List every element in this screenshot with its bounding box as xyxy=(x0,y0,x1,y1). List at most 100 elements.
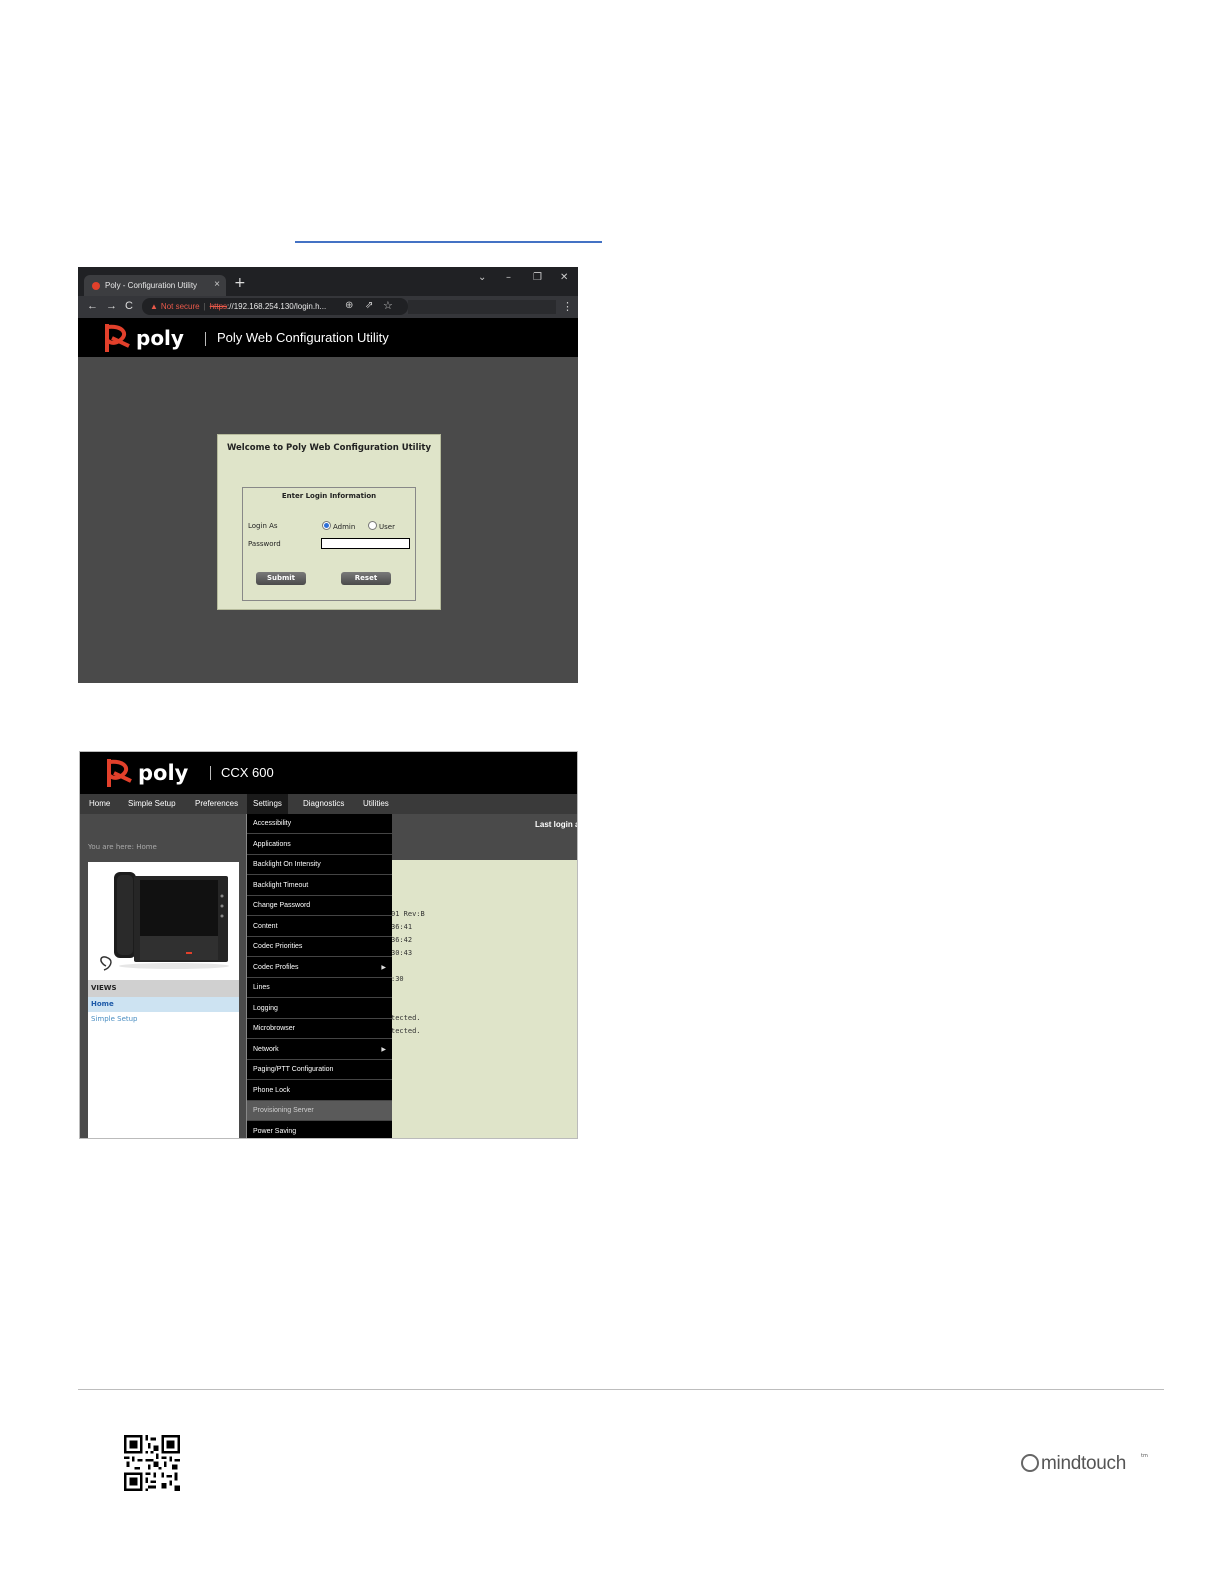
dropdown-item-content[interactable]: Content xyxy=(247,917,392,937)
submenu-arrow-icon: ▶ xyxy=(381,1047,386,1053)
url-scheme: https xyxy=(209,302,228,311)
view-home[interactable]: Home xyxy=(88,997,239,1012)
trademark-mark: tm xyxy=(1141,1453,1148,1459)
user-radio[interactable] xyxy=(368,521,377,530)
poly-logo-text: poly xyxy=(136,326,184,350)
reset-button[interactable]: Reset xyxy=(341,572,391,585)
poly-logo-text: poly xyxy=(138,761,189,785)
dropdown-item-label: Network xyxy=(253,1046,279,1053)
dropdown-item-label: Microbrowser xyxy=(253,1025,296,1032)
password-input[interactable] xyxy=(321,538,410,549)
dropdown-item-label: Backlight Timeout xyxy=(253,882,309,889)
maximize-icon[interactable]: ❐ xyxy=(533,272,542,283)
dropdown-item-paging-ptt[interactable]: Paging/PTT Configuration xyxy=(247,1060,392,1080)
app-header: poly Poly Web Configuration Utility xyxy=(78,318,578,357)
content-fragment: :30 xyxy=(391,975,404,983)
address-bar-row: ← → C ▲ Not secure | https://192.168.254.13… xyxy=(78,296,578,318)
poly-favicon-icon xyxy=(92,282,100,290)
browser-tab[interactable]: Poly - Configuration Utility × xyxy=(84,275,226,296)
menu-settings[interactable]: Settings xyxy=(247,794,288,814)
views-heading: VIEWS xyxy=(88,980,239,997)
dropdown-item-label: Codec Priorities xyxy=(253,943,303,950)
dropdown-item-codec-profiles[interactable]: Codec Profiles ▶ xyxy=(247,958,392,978)
admin-radio-label: Admin xyxy=(333,523,356,531)
back-icon[interactable]: ← xyxy=(87,300,98,312)
link-underline[interactable] xyxy=(295,241,602,243)
login-screenshot: Poly - Configuration Utility × + ⌄ – ❐ ✕… xyxy=(78,267,578,683)
poly-logo-ccx: poly xyxy=(102,755,192,791)
dropdown-item-backlight-on-intensity[interactable]: Backlight On Intensity xyxy=(247,855,392,875)
dropdown-item-label: Accessibility xyxy=(253,820,292,827)
submit-button[interactable]: Submit xyxy=(256,572,306,585)
bookmark-star-icon[interactable]: ☆ xyxy=(383,299,393,312)
dropdown-item-lines[interactable]: Lines xyxy=(247,978,392,998)
dropdown-item-power-saving[interactable]: Power Saving xyxy=(247,1122,392,1138)
dropdown-item-change-password[interactable]: Change Password xyxy=(247,896,392,916)
minimize-icon[interactable]: – xyxy=(506,272,511,283)
dropdown-item-logging[interactable]: Logging xyxy=(247,999,392,1019)
login-box: Welcome to Poly Web Configuration Utilit… xyxy=(217,434,441,610)
view-simple-setup[interactable]: Simple Setup xyxy=(88,1012,239,1027)
url-host: ://192.168.254.130/login.h... xyxy=(227,302,327,311)
menu-diagnostics[interactable]: Diagnostics xyxy=(303,794,344,814)
login-fieldset: Enter Login Information Login As Admin U… xyxy=(242,487,416,601)
menu-simple-setup[interactable]: Simple Setup xyxy=(128,794,176,814)
settings-screenshot: poly CCX 600 Home Simple Setup Preferenc… xyxy=(79,751,578,1139)
zoom-icon[interactable]: ⊕ xyxy=(345,300,353,311)
main-menu: Home Simple Setup Preferences Settings D… xyxy=(80,794,577,814)
header-divider xyxy=(205,332,206,346)
dropdown-item-label: Lines xyxy=(253,984,270,991)
password-label: Password xyxy=(248,540,281,548)
dropdown-item-provisioning-server[interactable]: Provisioning Server xyxy=(247,1101,392,1121)
menu-home[interactable]: Home xyxy=(89,794,110,814)
forward-icon[interactable]: → xyxy=(106,300,117,312)
poly-logo: poly xyxy=(100,321,190,355)
new-tab-icon[interactable]: + xyxy=(234,276,246,290)
dropdown-item-label: Codec Profiles xyxy=(253,964,299,971)
dropdown-item-accessibility[interactable]: Accessibility xyxy=(247,814,392,834)
dropdown-item-applications[interactable]: Applications xyxy=(247,835,392,855)
user-radio-label: User xyxy=(379,523,395,531)
dropdown-item-label: Applications xyxy=(253,841,291,848)
dropdown-item-label: Content xyxy=(253,923,278,930)
dropdown-item-label: Provisioning Server xyxy=(253,1107,314,1114)
menu-utilities[interactable]: Utilities xyxy=(363,794,389,814)
dropdown-item-phone-lock[interactable]: Phone Lock xyxy=(247,1081,392,1101)
tab-close-icon[interactable]: × xyxy=(214,279,220,290)
reload-icon[interactable]: C xyxy=(125,300,133,312)
dropdown-item-label: Power Saving xyxy=(253,1128,297,1135)
dropdown-item-microbrowser[interactable]: Microbrowser xyxy=(247,1019,392,1039)
dropdown-item-label: Change Password xyxy=(253,902,311,909)
app-header-ccx: poly CCX 600 xyxy=(80,752,577,794)
close-window-icon[interactable]: ✕ xyxy=(560,272,568,283)
settings-dropdown: Accessibility Applications Backlight On … xyxy=(246,814,392,1138)
content-fragment: tected. xyxy=(391,1014,421,1022)
content-fragment: 30:43 xyxy=(391,949,413,957)
tab-search-icon[interactable]: ⌄ xyxy=(478,272,486,283)
dropdown-item-backlight-timeout[interactable]: Backlight Timeout xyxy=(247,876,392,896)
ccx600-phone-image xyxy=(94,866,233,980)
footer-divider xyxy=(78,1389,1164,1390)
last-login-text: Last login a xyxy=(535,820,578,829)
dropdown-item-label: Paging/PTT Configuration xyxy=(253,1066,334,1073)
url-separator: | xyxy=(203,302,206,311)
poly-logo-icon xyxy=(107,759,132,787)
dropdown-item-network[interactable]: Network ▶ xyxy=(247,1040,392,1060)
browser-menu-icon[interactable]: ⋮ xyxy=(562,300,573,313)
login-as-label: Login As xyxy=(248,522,278,530)
warning-icon: ▲ xyxy=(150,302,158,311)
header-title: Poly Web Configuration Utility xyxy=(217,330,389,345)
admin-radio[interactable] xyxy=(322,521,331,530)
left-column: VIEWS Home Simple Setup xyxy=(80,860,246,1138)
model-title: CCX 600 xyxy=(221,765,274,780)
dropdown-item-codec-priorities[interactable]: Codec Priorities xyxy=(247,937,392,957)
share-icon[interactable]: ⇗ xyxy=(365,300,373,311)
dropdown-item-label: Phone Lock xyxy=(253,1087,290,1094)
left-panel: VIEWS Home Simple Setup xyxy=(88,862,239,1138)
mindtouch-icon xyxy=(1021,1454,1039,1472)
content-fragment: 36:42 xyxy=(391,936,413,944)
security-warning: Not secure xyxy=(160,302,200,311)
menu-preferences[interactable]: Preferences xyxy=(195,794,238,814)
poly-logo-icon xyxy=(105,324,130,352)
breadcrumb: You are here: Home xyxy=(88,843,157,851)
